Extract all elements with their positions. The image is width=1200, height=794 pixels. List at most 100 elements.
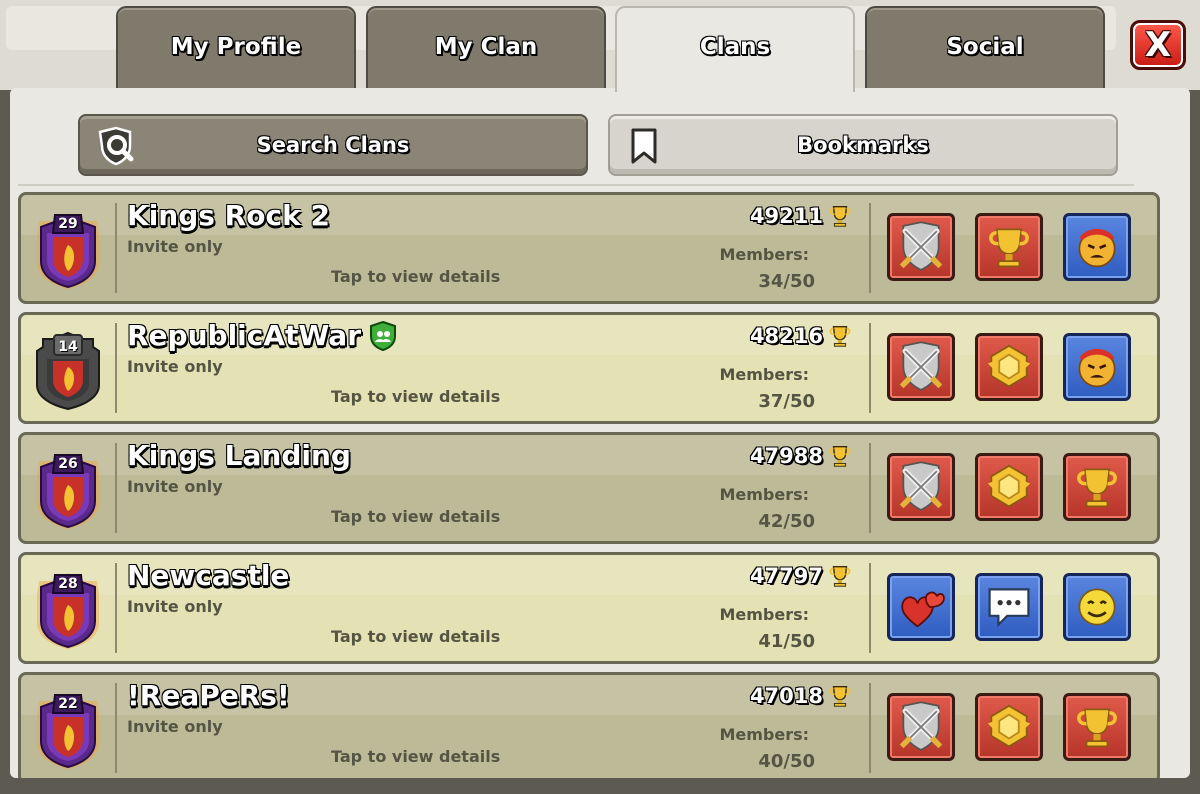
close-icon: X	[1144, 25, 1172, 65]
trophy-icon	[829, 206, 851, 227]
clan-label-tile[interactable]	[887, 453, 955, 521]
clan-label-tile[interactable]	[1063, 453, 1131, 521]
clan-badge-icon: 26	[33, 451, 103, 531]
clan-badge-icon: 14	[33, 331, 103, 411]
clan-labels	[887, 213, 1131, 281]
members-label: Members:	[719, 605, 809, 624]
clan-badge-icon: 22	[33, 691, 103, 771]
clan-row[interactable]: 28 Newcastle Invite only Tap to view detail…	[18, 552, 1160, 664]
members-count: 34/50	[758, 271, 815, 292]
tab-label: Social	[946, 34, 1024, 60]
clan-join-type: Invite only	[127, 237, 223, 256]
clan-badge-icon: 29	[33, 211, 103, 291]
clan-label-tile[interactable]	[975, 213, 1043, 281]
clan-name-text: Kings Landing	[127, 439, 351, 472]
tab-clans[interactable]: Clans	[615, 6, 855, 92]
trophy-icon	[829, 566, 851, 587]
clan-label-tile[interactable]	[887, 213, 955, 281]
labels-separator	[869, 323, 871, 413]
clan-trophies: 47988	[750, 443, 853, 469]
clan-join-type: Invite only	[127, 597, 223, 616]
badge-separator	[115, 563, 117, 653]
clan-name: Newcastle	[127, 559, 289, 592]
clan-games-icon	[987, 344, 1031, 388]
clan-join-type: Invite only	[127, 357, 223, 376]
clan-level: 29	[58, 216, 78, 232]
members-label: Members:	[719, 725, 809, 744]
clan-row[interactable]: 29 Kings Rock 2 Invite only Tap to view det…	[18, 192, 1160, 304]
members-count: 37/50	[758, 391, 815, 412]
members-label: Members:	[719, 245, 809, 264]
tap-details-hint: Tap to view details	[331, 747, 501, 766]
tab-label: My Profile	[170, 34, 302, 60]
trophy-icon	[829, 446, 851, 467]
clan-name-text: Newcastle	[127, 559, 290, 592]
clan-row[interactable]: 26 Kings Landing Invite only Tap to view de…	[18, 432, 1160, 544]
trophy-count: 47797	[749, 564, 823, 588]
crossed-swords-icon	[899, 221, 943, 271]
verified-shield-icon	[370, 320, 397, 351]
clan-trophies: 47797	[750, 563, 853, 589]
clan-label-tile[interactable]	[887, 693, 955, 761]
bookmarks-button[interactable]: Bookmarks	[608, 114, 1118, 176]
badge-separator	[115, 323, 117, 413]
tab-my-clan[interactable]: My Clan	[366, 6, 606, 90]
clan-trophies: 48216	[750, 323, 853, 349]
trophy-icon	[989, 228, 1029, 268]
tab-label: My Clan	[434, 34, 538, 60]
clan-name-text: Kings Rock 2	[127, 199, 330, 232]
clan-label-tile[interactable]	[887, 333, 955, 401]
clans-panel: Search Clans Bookmarks 29 Kings Rock 2 Inv…	[10, 88, 1190, 778]
clan-label-tile[interactable]	[975, 333, 1043, 401]
badge-separator	[115, 203, 117, 293]
clan-label-tile[interactable]	[975, 693, 1043, 761]
clan-level: 14	[58, 339, 78, 355]
hearts-icon	[901, 591, 945, 628]
clan-trophies: 49211	[750, 203, 853, 229]
angry-face-icon	[1078, 228, 1116, 268]
angry-face-icon	[1078, 348, 1116, 388]
crossed-swords-icon	[899, 341, 943, 391]
labels-separator	[869, 683, 871, 773]
clan-label-tile[interactable]	[1063, 213, 1131, 281]
clan-row[interactable]: 14 RepublicAtWar Invite only Tap to view de…	[18, 312, 1160, 424]
clan-name: Kings Landing	[127, 439, 351, 472]
clan-label-tile[interactable]	[975, 453, 1043, 521]
close-button[interactable]: X	[1130, 20, 1186, 70]
tab-label: Clans	[699, 34, 771, 60]
clan-name-text: RepublicAtWar	[127, 319, 362, 352]
clan-label-tile[interactable]	[1063, 693, 1131, 761]
clan-row[interactable]: 22 !ReaPeRs! Invite only Tap to view detail…	[18, 672, 1160, 778]
labels-separator	[869, 443, 871, 533]
clan-label-tile[interactable]	[887, 573, 955, 641]
crossed-swords-icon	[899, 701, 943, 751]
tab-my-profile[interactable]: My Profile	[116, 6, 356, 90]
clan-join-type: Invite only	[127, 477, 223, 496]
trophy-icon	[1077, 708, 1117, 748]
clan-join-type: Invite only	[127, 717, 223, 736]
trophy-icon	[829, 686, 851, 707]
divider	[18, 184, 1134, 186]
clan-labels	[887, 573, 1131, 641]
tab-social[interactable]: Social	[865, 6, 1105, 90]
crossed-swords-icon	[899, 461, 943, 511]
clan-level: 28	[58, 576, 78, 592]
clan-level: 22	[58, 696, 78, 712]
search-clans-label: Search Clans	[256, 133, 410, 157]
clan-name: RepublicAtWar	[127, 319, 399, 352]
chat-bubble-icon	[988, 588, 1030, 628]
search-clans-button[interactable]: Search Clans	[78, 114, 588, 176]
members-label: Members:	[719, 365, 809, 384]
clan-label-tile[interactable]	[1063, 573, 1131, 641]
labels-separator	[869, 203, 871, 293]
tap-details-hint: Tap to view details	[331, 627, 501, 646]
members-label: Members:	[719, 485, 809, 504]
clan-games-icon	[987, 464, 1031, 508]
clan-label-tile[interactable]	[1063, 333, 1131, 401]
trophy-icon	[1077, 468, 1117, 508]
tap-details-hint: Tap to view details	[331, 507, 501, 526]
tap-details-hint: Tap to view details	[331, 387, 501, 406]
trophy-count: 47018	[749, 684, 823, 708]
clan-games-icon	[987, 704, 1031, 748]
clan-label-tile[interactable]	[975, 573, 1043, 641]
